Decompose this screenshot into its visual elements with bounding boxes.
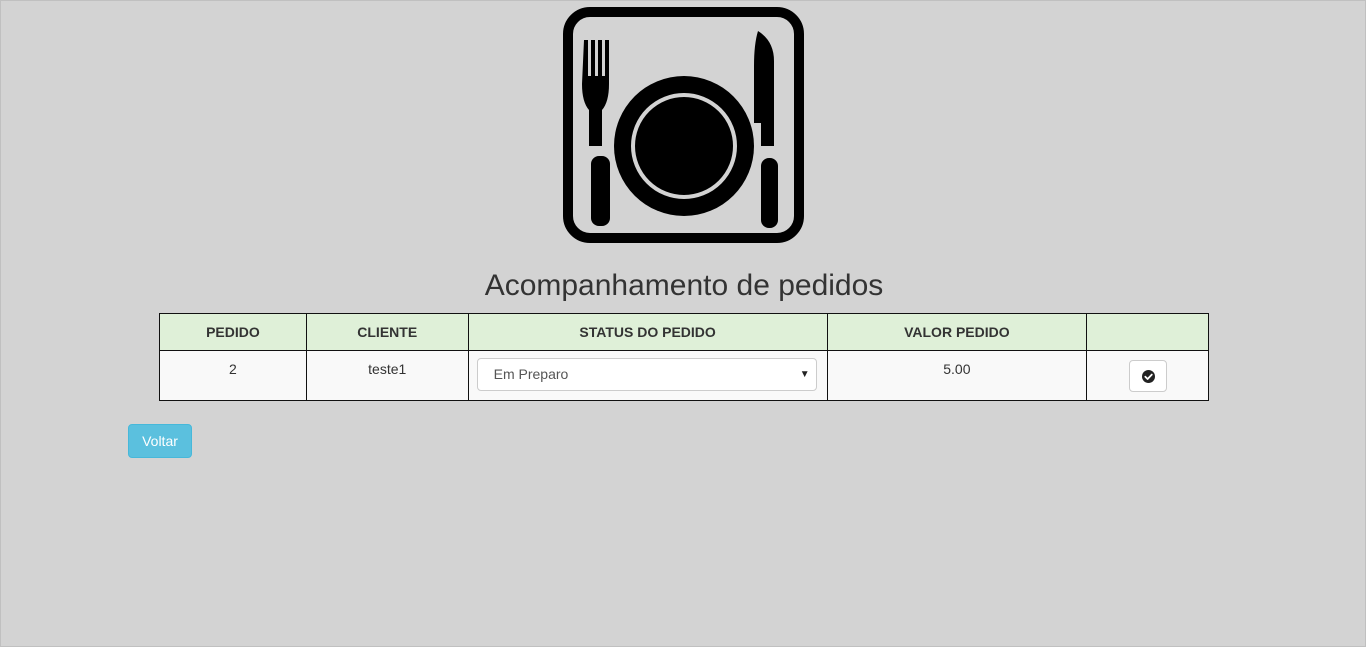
column-header-valor: VALOR PEDIDO xyxy=(826,313,1088,351)
orders-table: PEDIDO CLIENTE STATUS DO PEDIDO VALOR PE… xyxy=(159,313,1209,401)
column-header-cliente: CLIENTE xyxy=(305,313,469,351)
back-button[interactable]: Voltar xyxy=(128,424,192,458)
confirm-status-button[interactable] xyxy=(1128,360,1167,392)
page-title: Acompanhamento de pedidos xyxy=(484,269,884,302)
table-header-row: PEDIDO CLIENTE STATUS DO PEDIDO VALOR PE… xyxy=(159,313,1209,351)
order-number: 2 xyxy=(159,350,307,401)
column-header-action xyxy=(1086,313,1209,351)
check-circle-icon xyxy=(1141,370,1155,383)
status-selected-value: Em Preparo xyxy=(493,366,569,382)
status-cell: Em Preparo ▼ xyxy=(467,350,828,401)
table-row: 2 teste1 Em Preparo ▼ 5.00 xyxy=(159,350,1209,401)
dropdown-arrow-icon: ▼ xyxy=(799,369,810,380)
action-cell xyxy=(1086,350,1209,401)
column-header-status: STATUS DO PEDIDO xyxy=(467,313,828,351)
order-value: 5.00 xyxy=(826,350,1088,401)
column-header-pedido: PEDIDO xyxy=(159,313,307,351)
plate-fork-knife-icon xyxy=(563,7,804,243)
status-select[interactable]: Em Preparo ▼ xyxy=(476,358,817,391)
order-client: teste1 xyxy=(305,350,469,401)
